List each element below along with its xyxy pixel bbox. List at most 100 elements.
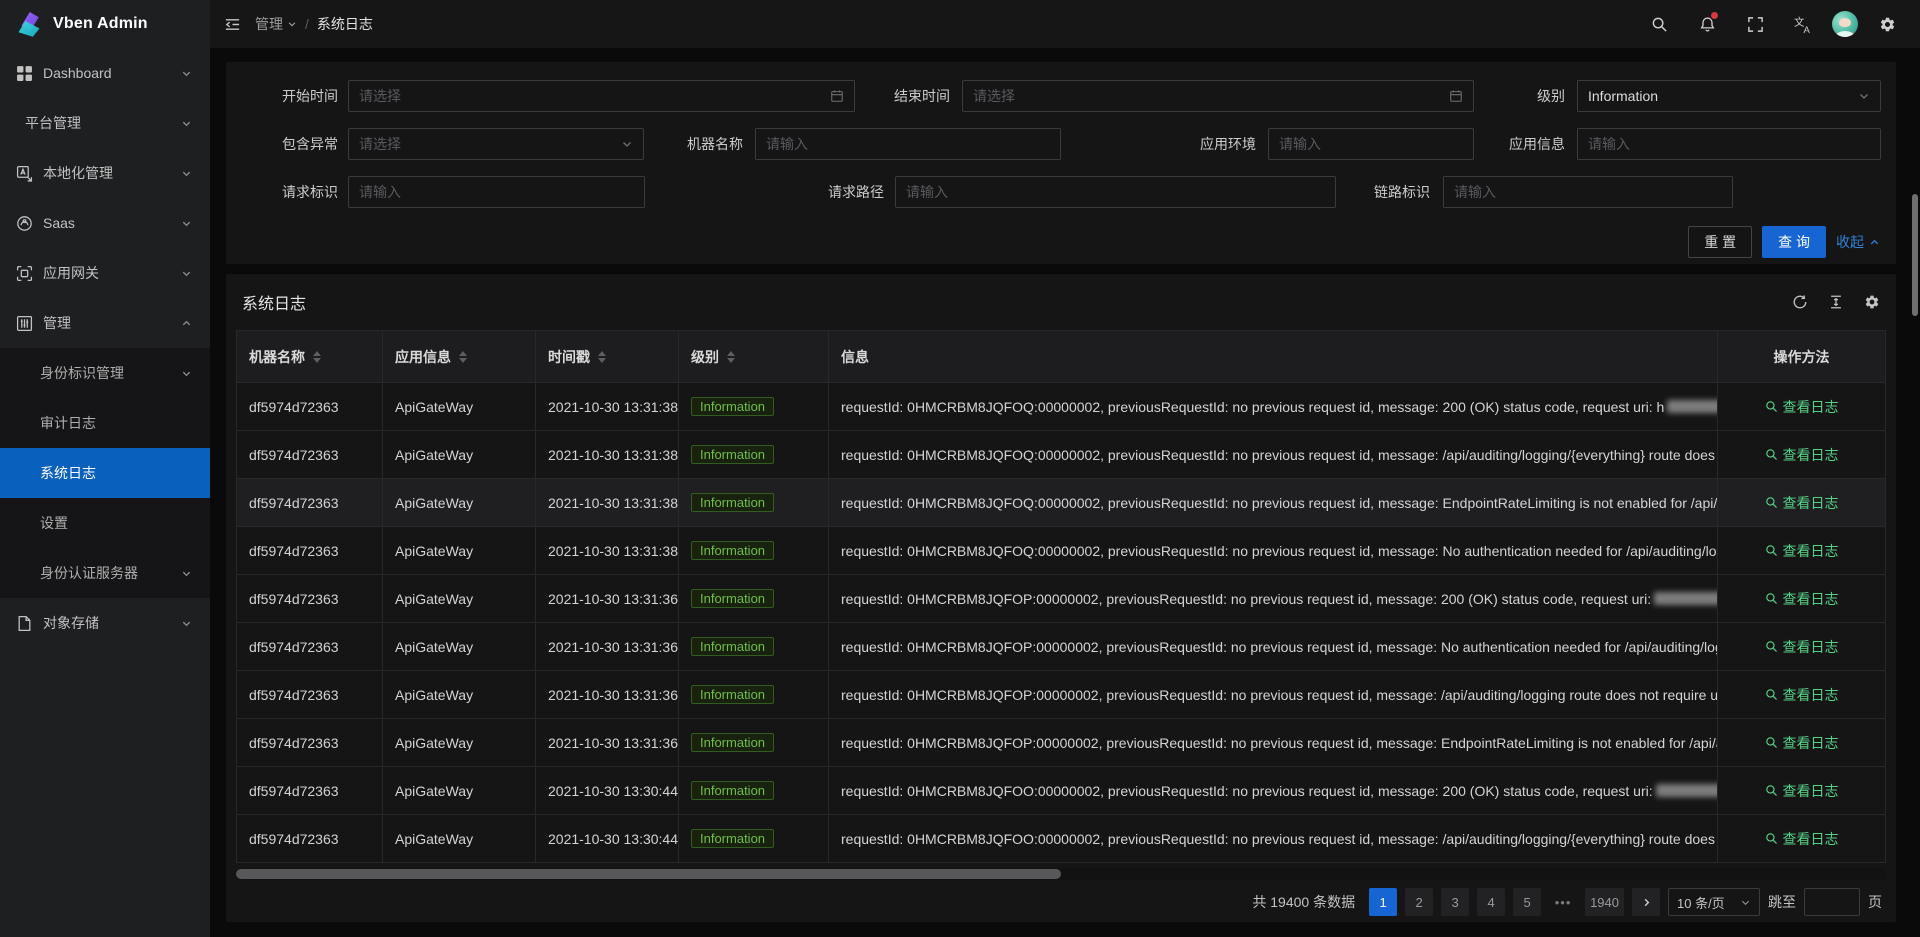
col-header-timestamp[interactable]: 时间戳 — [536, 331, 679, 383]
request-path-field[interactable] — [906, 184, 1325, 200]
next-page-button[interactable] — [1632, 888, 1660, 916]
chevron-down-icon — [287, 19, 297, 29]
sidebar-item-label: 身份认证服务器 — [40, 563, 138, 583]
app-info-input[interactable] — [1577, 128, 1881, 160]
page-unit-label: 页 — [1868, 892, 1882, 912]
view-log-button[interactable]: 查看日志 — [1765, 589, 1839, 609]
page-button[interactable]: 1940 — [1585, 888, 1624, 916]
page-size-select[interactable]: 10 条/页 — [1668, 888, 1760, 916]
end-time-input[interactable] — [962, 80, 1474, 112]
sidebar-item-gateway[interactable]: 应用网关 — [0, 248, 210, 298]
sidebar-item-auth-server[interactable]: 身份认证服务器 — [0, 548, 210, 598]
chevron-down-icon — [181, 368, 192, 379]
page-button[interactable]: 4 — [1477, 888, 1505, 916]
cell-level: Information — [679, 383, 829, 431]
app-info-field[interactable] — [1588, 136, 1870, 152]
level-badge: Information — [691, 637, 774, 656]
document-icon — [16, 615, 33, 632]
sidebar-item-system-log[interactable]: 系统日志 — [0, 448, 210, 498]
sort-icon[interactable] — [598, 351, 606, 363]
start-time-input[interactable] — [348, 80, 855, 112]
trace-id-field[interactable] — [1454, 184, 1722, 200]
header-settings-gear-icon[interactable] — [1868, 0, 1906, 48]
machine-name-input[interactable] — [755, 128, 1061, 160]
cell-machine: df5974d72363 — [237, 383, 383, 431]
cell-app-info: ApiGateWay — [383, 575, 536, 623]
jump-page-input[interactable] — [1804, 888, 1860, 916]
search-button[interactable]: 查 询 — [1762, 226, 1826, 258]
page-button[interactable]: ••• — [1549, 888, 1577, 916]
cell-app-info: ApiGateWay — [383, 815, 536, 863]
sidebar-item-platform[interactable]: 平台管理 — [0, 98, 210, 148]
translate-icon[interactable]: 文A — [1784, 0, 1822, 48]
page-button[interactable]: 3 — [1441, 888, 1469, 916]
trace-id-input[interactable] — [1443, 176, 1733, 208]
level-badge: Information — [691, 445, 774, 464]
cell-timestamp: 2021-10-30 13:30:44 — [536, 815, 679, 863]
search-icon[interactable] — [1640, 0, 1678, 48]
sidebar-item-localization[interactable]: 本地化管理 — [0, 148, 210, 198]
sort-icon[interactable] — [459, 351, 467, 363]
cell-level: Information — [679, 575, 829, 623]
end-time-field[interactable] — [973, 88, 1441, 104]
cell-machine: df5974d72363 — [237, 719, 383, 767]
view-log-button[interactable]: 查看日志 — [1765, 397, 1839, 417]
magnifier-icon — [1765, 640, 1778, 653]
breadcrumb-parent[interactable]: 管理 — [255, 14, 297, 34]
view-log-button[interactable]: 查看日志 — [1765, 829, 1839, 849]
exception-field[interactable] — [359, 136, 613, 152]
sidebar-item-saas[interactable]: Saas — [0, 198, 210, 248]
table-title: 系统日志 — [242, 290, 306, 314]
table-card-header: 系统日志 — [226, 274, 1896, 330]
sidebar-item-identity-management[interactable]: 身份标识管理 — [0, 348, 210, 398]
menu-fold-icon[interactable] — [224, 16, 241, 33]
sidebar-item-dashboard[interactable]: Dashboard — [0, 48, 210, 98]
notification-bell-icon[interactable] — [1688, 0, 1726, 48]
page-button[interactable]: 1 — [1369, 888, 1397, 916]
sidebar-item-settings[interactable]: 设置 — [0, 498, 210, 548]
sort-icon[interactable] — [727, 351, 735, 363]
col-header-machine[interactable]: 机器名称 — [237, 331, 383, 383]
exception-select[interactable] — [348, 128, 644, 160]
cell-message: requestId: 0HMCRBM8JQFOO:00000002, previ… — [829, 815, 1718, 863]
table-settings-gear-icon[interactable] — [1864, 294, 1880, 310]
reset-button[interactable]: 重 置 — [1688, 226, 1752, 258]
cell-timestamp: 2021-10-30 13:31:36 — [536, 623, 679, 671]
machine-name-label: 机器名称 — [667, 128, 743, 160]
request-id-input[interactable] — [348, 176, 645, 208]
top-header: 管理 / 系统日志 文A — [210, 0, 1920, 48]
view-log-button[interactable]: 查看日志 — [1765, 781, 1839, 801]
environment-field[interactable] — [1279, 136, 1463, 152]
request-path-input[interactable] — [895, 176, 1336, 208]
user-avatar[interactable] — [1832, 11, 1858, 37]
logo[interactable]: Vben Admin — [0, 0, 210, 48]
view-log-button[interactable]: 查看日志 — [1765, 685, 1839, 705]
col-header-app-info[interactable]: 应用信息 — [383, 331, 536, 383]
fullscreen-icon[interactable] — [1736, 0, 1774, 48]
page-button[interactable]: 5 — [1513, 888, 1541, 916]
view-log-button[interactable]: 查看日志 — [1765, 445, 1839, 465]
view-log-button[interactable]: 查看日志 — [1765, 541, 1839, 561]
col-header-level[interactable]: 级别 — [679, 331, 829, 383]
view-log-button[interactable]: 查看日志 — [1765, 493, 1839, 513]
refresh-icon[interactable] — [1792, 294, 1808, 310]
app-title: Vben Admin — [53, 15, 148, 33]
horizontal-scrollbar-thumb[interactable] — [236, 869, 1061, 879]
page-button[interactable]: 2 — [1405, 888, 1433, 916]
machine-name-field[interactable] — [766, 136, 1050, 152]
page-scrollbar-thumb[interactable] — [1912, 194, 1918, 316]
sidebar-item-manage[interactable]: 管理 — [0, 298, 210, 348]
level-value[interactable] — [1588, 88, 1850, 104]
sidebar-item-audit-log[interactable]: 审计日志 — [0, 398, 210, 448]
collapse-filter-link[interactable]: 收起 — [1836, 232, 1880, 252]
start-time-field[interactable] — [359, 88, 822, 104]
request-id-field[interactable] — [359, 184, 634, 200]
environment-input[interactable] — [1268, 128, 1474, 160]
sort-icon[interactable] — [313, 351, 321, 363]
cell-machine: df5974d72363 — [237, 575, 383, 623]
row-height-icon[interactable] — [1828, 294, 1844, 310]
view-log-button[interactable]: 查看日志 — [1765, 637, 1839, 657]
sidebar-item-object-storage[interactable]: 对象存储 — [0, 598, 210, 648]
view-log-button[interactable]: 查看日志 — [1765, 733, 1839, 753]
level-select[interactable] — [1577, 80, 1881, 112]
